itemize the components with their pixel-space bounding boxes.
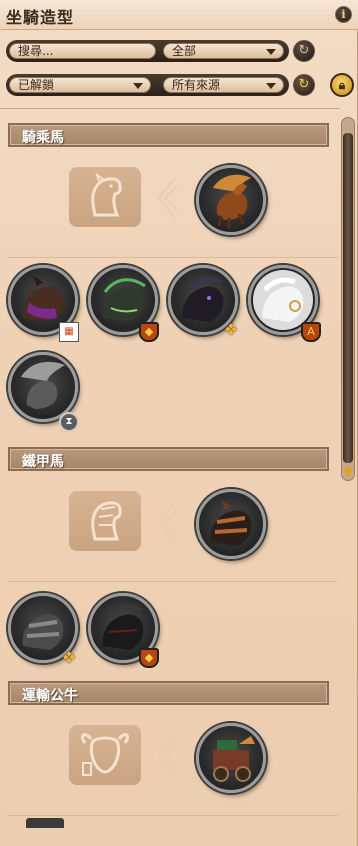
mount-appearance-window: 坐騎造型 i 搜尋... 全部 ↻ 已解鎖 所有來源 ↻ 🔒︎ ▲ ▼ [0,0,358,846]
source-dropdown[interactable]: 所有來源 [163,77,284,93]
section-title: 騎乘馬 [22,130,64,146]
scroll-down-arrow-icon[interactable]: ▼ [340,466,356,480]
hourglass-icon: ⧗ [59,412,79,432]
upgrade-arrow-icon [157,177,178,219]
refresh-icon: ↻ [298,43,310,58]
chevron-down-icon [133,83,143,89]
shield-icon: ◆ [139,322,159,342]
search-input-placeholder: 搜尋... [18,44,54,58]
filter-row-2: 已解鎖 所有來源 [6,74,289,96]
gold-emblem-icon: ❖ [223,320,239,339]
lock-toggle-button[interactable]: 🔒︎ [330,73,354,97]
filter-row-1: 搜尋... 全部 [6,40,289,62]
unlock-status-dropdown[interactable]: 已解鎖 [9,77,151,93]
mount-armored-horse[interactable] [196,489,266,559]
reset-filter-button[interactable]: ↻ [293,74,315,96]
divider [0,108,340,109]
category-dropdown-value: 全部 [172,44,197,58]
section-header-riding-horse[interactable]: 騎乘馬 [8,123,329,147]
lock-icon: 🔒︎ [338,78,346,92]
armored-horse-head-icon [69,491,141,551]
ox-head-icon [69,725,141,785]
chevron-down-icon [266,83,276,89]
gold-emblem-icon: ❖ [61,648,77,667]
horse-head-icon [69,167,141,227]
upgrade-arrow-icon [157,501,178,543]
source-dropdown-value: 所有來源 [172,78,221,92]
mount-partial-next[interactable] [26,818,64,828]
reset-search-button[interactable]: ↻ [293,40,315,62]
mount-winged-horse[interactable] [196,165,266,235]
refresh-icon: ↻ [298,77,310,92]
window-header: 坐騎造型 i [0,0,358,30]
mount-ox-cart[interactable] [196,723,266,793]
section-title: 運輸公牛 [22,688,78,704]
chevron-down-icon [266,49,276,55]
section-separator [8,257,338,258]
upgrade-arrow-icon [157,735,178,777]
section-header-transport-ox[interactable]: 運輸公牛 [8,681,329,705]
info-button[interactable]: i [335,6,352,23]
window-title: 坐騎造型 [6,8,75,27]
calendar-icon: ▦ [59,322,79,342]
search-input[interactable]: 搜尋... [9,43,156,59]
section-header-armored-horse[interactable]: 鐵甲馬 [8,447,329,471]
shield-a-icon: A [301,322,321,342]
section-title: 鐵甲馬 [22,454,64,470]
section-separator [8,581,338,582]
category-dropdown[interactable]: 全部 [163,43,284,59]
shield-icon: ◆ [139,648,159,668]
scrollbar-thumb[interactable] [343,133,353,463]
unlock-status-value: 已解鎖 [18,78,55,92]
section-separator [8,815,338,816]
